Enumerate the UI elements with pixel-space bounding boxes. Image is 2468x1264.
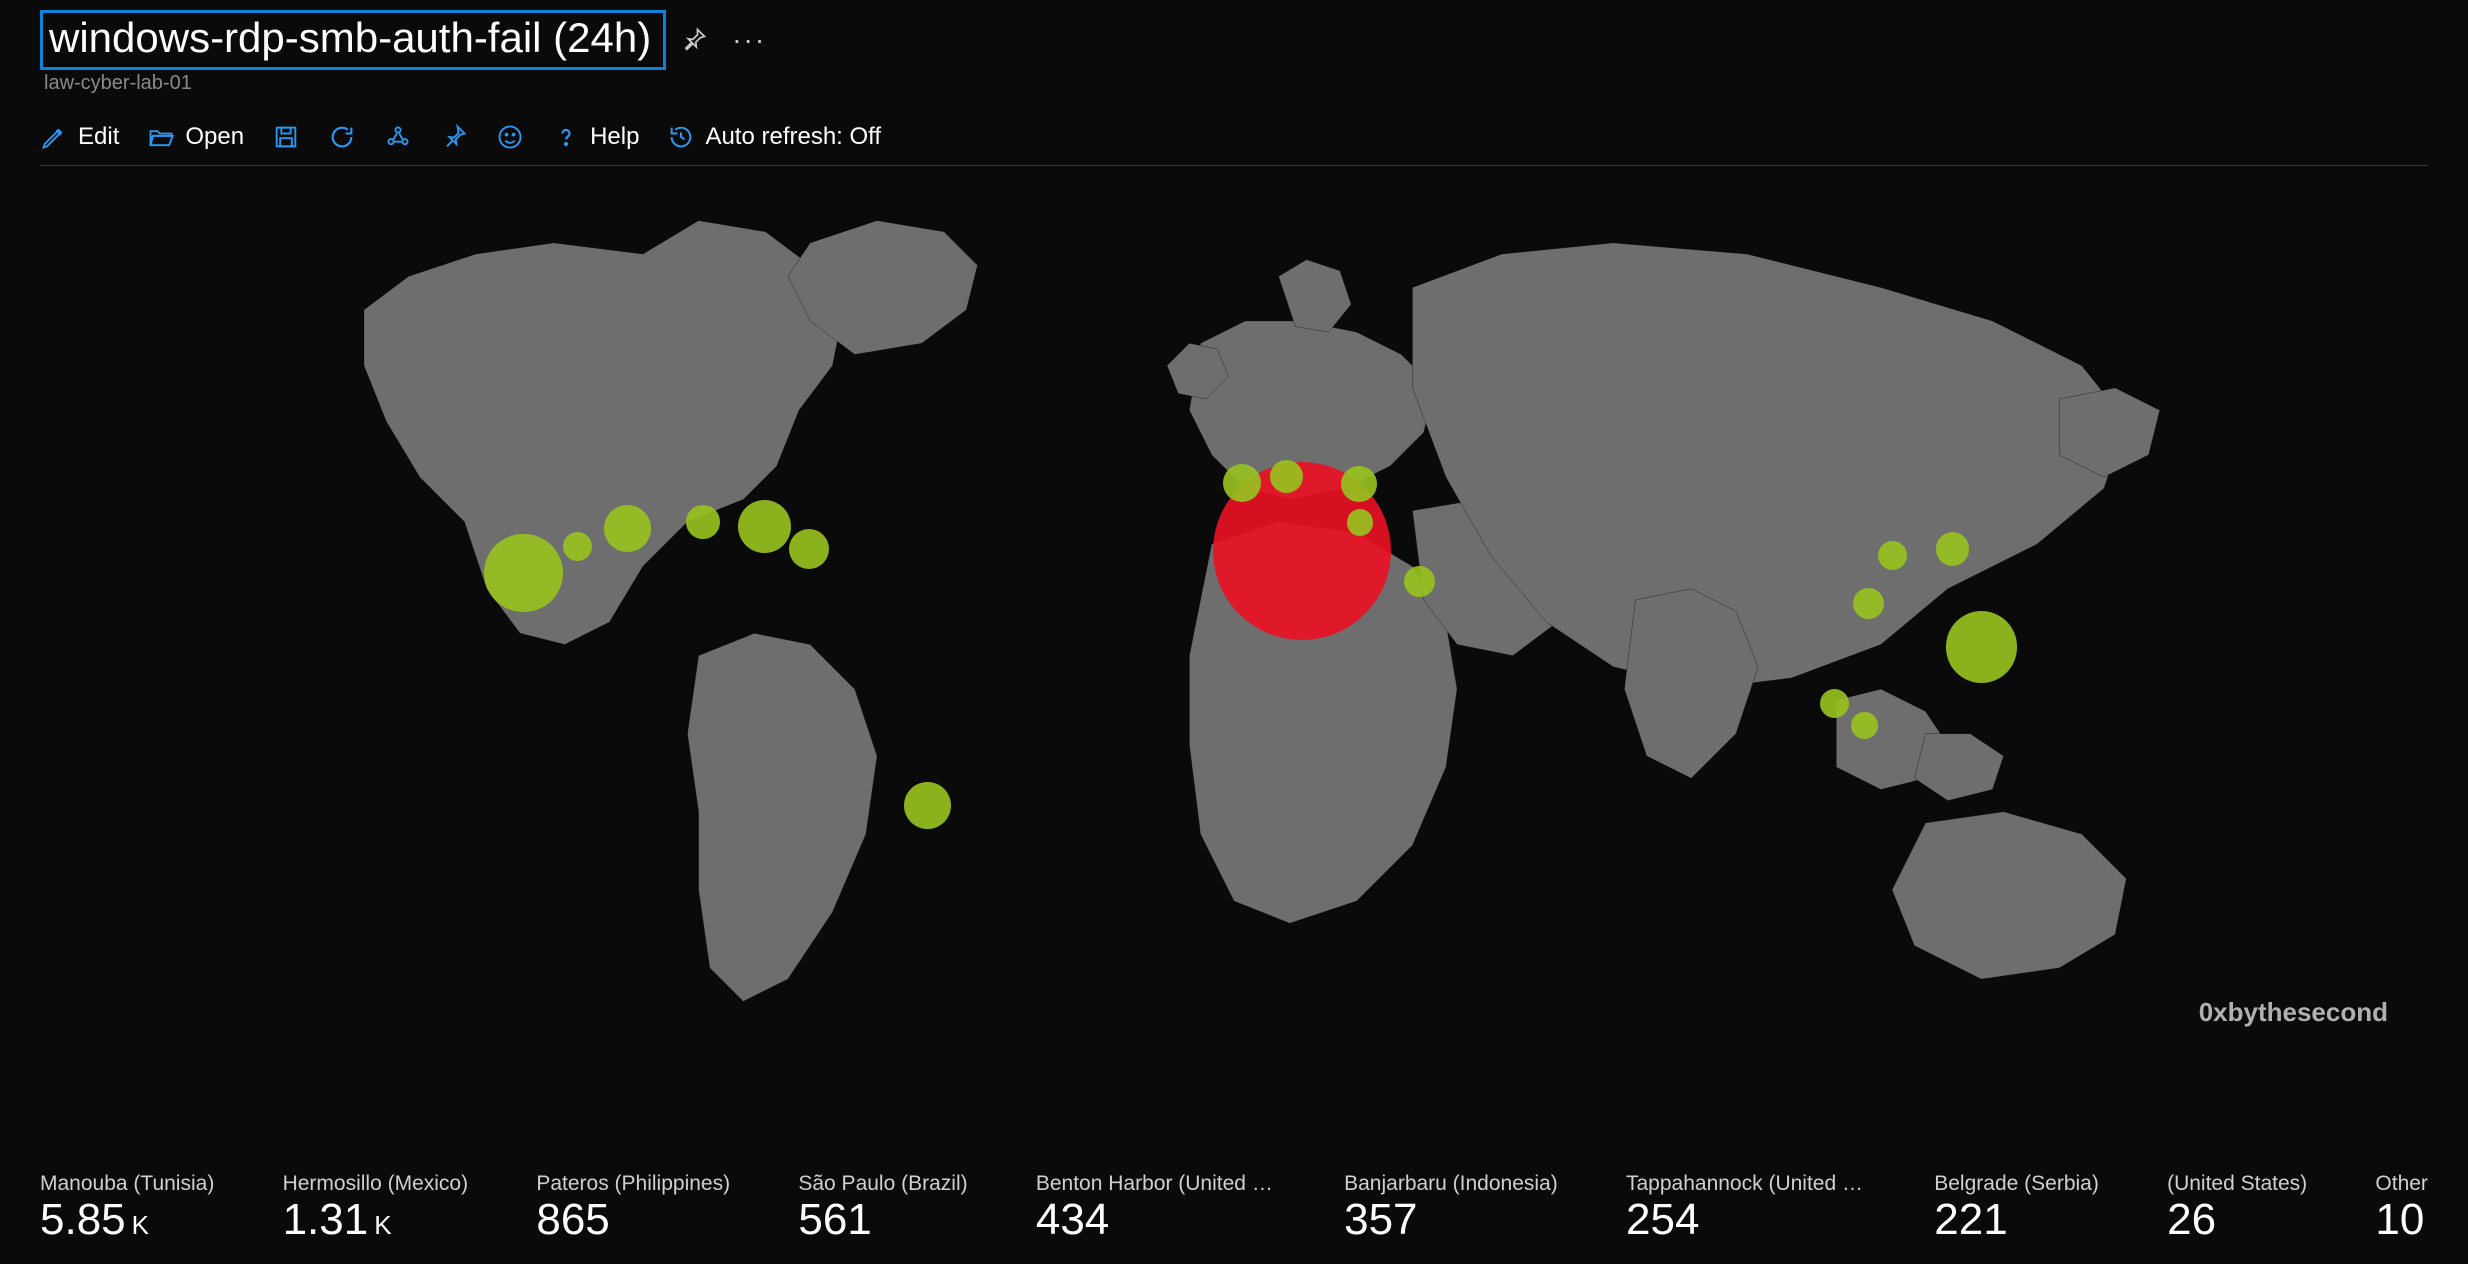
map-marker[interactable] — [1223, 464, 1261, 502]
stat-value: 5.85K — [40, 1196, 214, 1244]
stats-row: Manouba (Tunisia)5.85K Hermosillo (Mexico… — [40, 1172, 2428, 1244]
map-marker[interactable] — [604, 505, 651, 552]
stat-item: (United States)26 — [2167, 1172, 2307, 1244]
stat-item: São Paulo (Brazil)561 — [798, 1172, 967, 1244]
stat-value: 26 — [2167, 1196, 2307, 1244]
map-marker[interactable] — [1341, 466, 1377, 502]
stat-value: 254 — [1626, 1196, 1866, 1244]
pencil-icon — [40, 123, 68, 151]
stat-label: Belgrade (Serbia) — [1934, 1172, 2099, 1196]
stat-value: 10 — [2375, 1196, 2428, 1244]
map-marker[interactable] — [904, 782, 951, 829]
toolbar: Edit Open — [40, 123, 2428, 166]
refresh-icon — [328, 123, 356, 151]
stat-value: 357 — [1344, 1196, 1558, 1244]
autorefresh-button[interactable]: Auto refresh: Off — [667, 123, 881, 151]
map-marker[interactable] — [686, 505, 719, 538]
map-marker[interactable] — [789, 529, 829, 569]
stat-item: Other10 — [2375, 1172, 2428, 1244]
stat-label: Manouba (Tunisia) — [40, 1172, 214, 1196]
stat-item: Manouba (Tunisia)5.85K — [40, 1172, 214, 1244]
feedback-button[interactable] — [496, 123, 524, 151]
stat-item: Belgrade (Serbia)221 — [1934, 1172, 2099, 1244]
stat-value: 1.31K — [283, 1196, 469, 1244]
help-label: Help — [590, 123, 639, 151]
open-label: Open — [185, 123, 244, 151]
stat-label: Benton Harbor (United St… — [1036, 1172, 1276, 1196]
map-marker[interactable] — [1936, 532, 1969, 565]
map-marker[interactable] — [1820, 689, 1849, 718]
watermark: 0xbythesecond — [2199, 997, 2388, 1028]
edit-button[interactable]: Edit — [40, 123, 119, 151]
refresh-button[interactable] — [328, 123, 356, 151]
stat-item: Pateros (Philippines)865 — [536, 1172, 730, 1244]
stat-label: Pateros (Philippines) — [536, 1172, 730, 1196]
save-button[interactable] — [272, 123, 300, 151]
open-button[interactable]: Open — [147, 123, 244, 151]
map-marker[interactable] — [1878, 541, 1907, 570]
share-button[interactable] — [384, 123, 412, 151]
autorefresh-label: Auto refresh: Off — [705, 123, 881, 151]
clock-refresh-icon — [667, 123, 695, 151]
map-marker[interactable] — [1347, 509, 1374, 536]
world-map-svg — [40, 176, 2428, 1046]
stat-item: Banjarbaru (Indonesia)357 — [1344, 1172, 1558, 1244]
page-title: windows-rdp-smb-auth-fail (24h) — [40, 10, 666, 70]
subtitle: law-cyber-lab-01 — [44, 72, 2428, 95]
stat-label: (United States) — [2167, 1172, 2307, 1196]
stat-label: Tappahannock (United Sta… — [1626, 1172, 1866, 1196]
folder-open-icon — [147, 123, 175, 151]
help-icon — [552, 123, 580, 151]
stat-label: Other — [2375, 1172, 2428, 1196]
map-marker[interactable] — [1851, 712, 1878, 739]
stat-value: 561 — [798, 1196, 967, 1244]
stat-label: São Paulo (Brazil) — [798, 1172, 967, 1196]
stat-value: 221 — [1934, 1196, 2099, 1244]
pin-button[interactable] — [440, 123, 468, 151]
save-icon — [272, 123, 300, 151]
pin-icon[interactable] — [680, 26, 708, 54]
stat-label: Hermosillo (Mexico) — [283, 1172, 469, 1196]
smiley-icon — [496, 123, 524, 151]
map-marker[interactable] — [484, 534, 562, 612]
map-marker[interactable] — [563, 532, 592, 561]
share-icon — [384, 123, 412, 151]
stat-item: Hermosillo (Mexico)1.31K — [283, 1172, 469, 1244]
edit-label: Edit — [78, 123, 119, 151]
help-button[interactable]: Help — [552, 123, 639, 151]
map-marker[interactable] — [1270, 460, 1303, 493]
pin-toolbar-icon — [440, 123, 468, 151]
world-map[interactable]: 0xbythesecond — [40, 176, 2428, 1046]
stat-value: 865 — [536, 1196, 730, 1244]
map-marker[interactable] — [1404, 566, 1435, 597]
map-marker[interactable] — [1946, 611, 2017, 682]
stat-item: Tappahannock (United Sta…254 — [1626, 1172, 1866, 1244]
more-icon[interactable]: ··· — [732, 24, 766, 56]
stat-value: 434 — [1036, 1196, 1276, 1244]
stat-label: Banjarbaru (Indonesia) — [1344, 1172, 1558, 1196]
stat-item: Benton Harbor (United St…434 — [1036, 1172, 1276, 1244]
